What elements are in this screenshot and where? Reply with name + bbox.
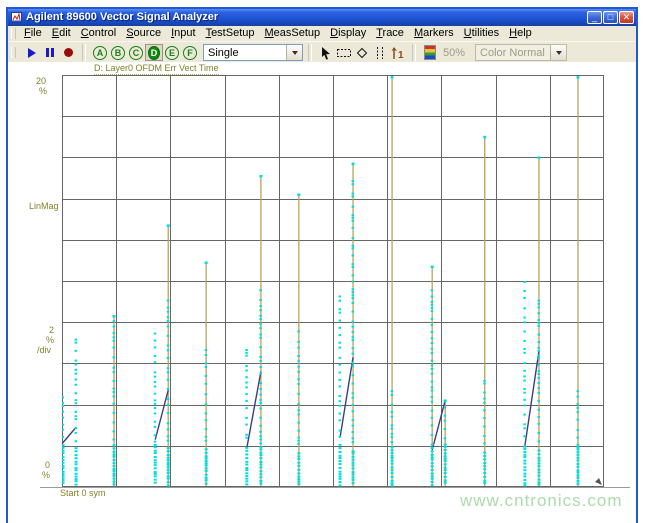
title-bar[interactable]: Agilent 89600 Vector Signal Analyzer _ □… xyxy=(8,9,636,26)
minimize-button[interactable]: _ xyxy=(587,11,602,24)
sweep-mode-combobox[interactable]: Single xyxy=(203,44,303,61)
menu-markers[interactable]: Markers xyxy=(409,27,459,40)
ofdm-error-vector-plot xyxy=(61,75,604,487)
chevron-down-icon xyxy=(555,50,562,55)
selection-box-tool-button[interactable] xyxy=(335,44,353,61)
y-axis-min-unit: % xyxy=(42,470,51,480)
menu-file[interactable]: File xyxy=(19,27,47,40)
offset-marker-1-icon: 1 xyxy=(391,46,404,60)
toolbar: A B C D E F Single 1 50% Color Normal xyxy=(8,42,636,64)
y-axis-max-unit: % xyxy=(39,86,48,96)
pause-button[interactable] xyxy=(41,44,59,61)
marker-diamond-tool-button[interactable] xyxy=(353,44,371,61)
chart-client-area: D: Layer0 OFDM Err Vect Time 20 % LinMag… xyxy=(8,62,636,523)
menu-help[interactable]: Help xyxy=(504,27,537,40)
pause-icon xyxy=(46,48,54,57)
color-mode-dropdown-button[interactable] xyxy=(550,45,567,60)
menu-trace[interactable]: Trace xyxy=(371,27,409,40)
pointer-icon xyxy=(322,46,330,60)
offset-marker-tool-button[interactable]: 1 xyxy=(389,44,407,61)
transport-group xyxy=(19,42,81,63)
mouse-tools-group: 1 xyxy=(313,42,411,63)
scale-per-div-value: 2 xyxy=(49,325,55,335)
toolbar-separator xyxy=(82,44,86,61)
scale-per-div-unit: % xyxy=(46,335,55,345)
trace-b-button[interactable]: B xyxy=(109,44,127,61)
play-icon xyxy=(28,47,36,58)
sweep-mode-value: Single xyxy=(208,46,239,59)
menu-source[interactable]: Source xyxy=(121,27,166,40)
pointer-tool-button[interactable] xyxy=(317,44,335,61)
trace-c-button[interactable]: C xyxy=(127,44,145,61)
selection-box-icon xyxy=(337,48,351,57)
menu-meassetup[interactable]: MeasSetup xyxy=(259,27,325,40)
menu-display[interactable]: Display xyxy=(325,27,371,40)
color-palette-button[interactable] xyxy=(421,44,439,61)
window-title: Agilent 89600 Vector Signal Analyzer xyxy=(26,12,219,23)
watermark-text: www.cntronics.com xyxy=(460,491,623,510)
y-axis-min-label: 0 xyxy=(45,460,51,470)
sweep-mode-dropdown-button[interactable] xyxy=(286,45,302,60)
svg-text:1: 1 xyxy=(398,50,404,60)
menu-input[interactable]: Input xyxy=(166,27,200,40)
y-axis-format-label: LinMag xyxy=(29,201,59,211)
scale-per-div-suffix: /div xyxy=(37,345,52,355)
record-button[interactable] xyxy=(59,44,77,61)
close-button[interactable]: ✕ xyxy=(619,11,634,24)
chevron-down-icon xyxy=(291,50,298,55)
app-window: Agilent 89600 Vector Signal Analyzer _ □… xyxy=(6,7,638,523)
zoom-level-label: 50% xyxy=(443,46,466,59)
menu-edit[interactable]: Edit xyxy=(47,27,76,40)
menu-utilities[interactable]: Utilities xyxy=(459,27,504,40)
x-axis-baseline xyxy=(40,487,630,488)
band-markers-tool-button[interactable] xyxy=(371,44,389,61)
menu-bar: File Edit Control Source Input TestSetup… xyxy=(8,26,636,42)
y-axis-max-label: 20 xyxy=(36,76,47,86)
trace-plot-area[interactable] xyxy=(61,75,604,487)
color-mode-value: Color Normal xyxy=(480,46,545,59)
trace-d-button[interactable]: D xyxy=(145,44,163,61)
toolbar-separator xyxy=(412,44,416,61)
trace-f-button[interactable]: F xyxy=(181,44,199,61)
play-button[interactable] xyxy=(23,44,41,61)
trace-e-button[interactable]: E xyxy=(163,44,181,61)
trace-a-button[interactable]: A xyxy=(91,44,109,61)
toolbar-separator xyxy=(308,44,312,61)
menu-grip xyxy=(11,28,16,39)
menu-testsetup[interactable]: TestSetup xyxy=(201,27,260,40)
record-icon xyxy=(63,48,73,57)
display-tools-group: 50% Color Normal xyxy=(417,42,571,63)
toolbar-grip xyxy=(11,47,16,58)
app-icon xyxy=(11,12,22,23)
color-palette-icon xyxy=(424,45,436,60)
band-markers-icon xyxy=(377,46,383,59)
x-axis-start-label: Start 0 sym xyxy=(60,488,106,498)
maximize-button[interactable]: □ xyxy=(603,11,618,24)
trace-title[interactable]: D: Layer0 OFDM Err Vect Time xyxy=(94,63,219,75)
marker-diamond-icon xyxy=(356,47,368,58)
menu-control[interactable]: Control xyxy=(76,27,121,40)
trace-select-group: A B C D E F Single xyxy=(87,42,307,63)
color-mode-combobox[interactable]: Color Normal xyxy=(475,44,568,61)
